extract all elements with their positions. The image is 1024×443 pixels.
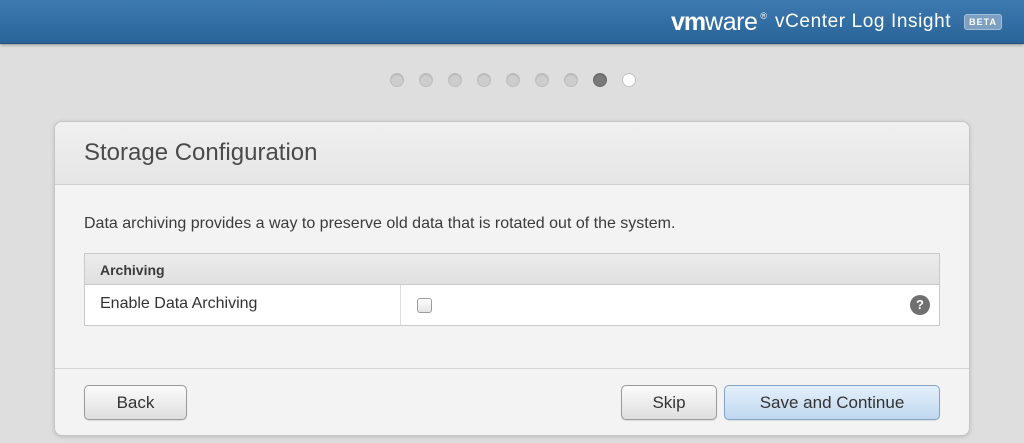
page-title: Storage Configuration bbox=[84, 139, 318, 166]
wizard-step-dot bbox=[419, 73, 433, 87]
wizard-step-dot bbox=[506, 73, 520, 87]
save-and-continue-button[interactable]: Save and Continue bbox=[724, 385, 940, 420]
wizard-step-dot bbox=[593, 73, 607, 87]
beta-badge: BETA bbox=[964, 14, 1002, 30]
wizard-step-dot bbox=[448, 73, 462, 87]
enable-archiving-checkbox[interactable] bbox=[417, 298, 432, 313]
wizard-step-dot bbox=[564, 73, 578, 87]
setting-label: Enable Data Archiving bbox=[85, 285, 401, 325]
registered-mark: ® bbox=[760, 11, 767, 21]
wizard-step-dot bbox=[535, 73, 549, 87]
wizard-step-dot bbox=[622, 73, 636, 87]
help-icon[interactable]: ? bbox=[910, 295, 930, 315]
archiving-settings-table: Archiving Enable Data Archiving ? bbox=[84, 253, 940, 326]
wizard-step-dot bbox=[390, 73, 404, 87]
wizard-step-indicator bbox=[390, 73, 651, 87]
card-footer: Back Skip Save and Continue bbox=[55, 368, 969, 435]
brand-ware: ware bbox=[705, 7, 758, 36]
section-header-archiving: Archiving bbox=[85, 254, 939, 285]
skip-button[interactable]: Skip bbox=[621, 385, 717, 420]
product-name: vCenter Log Insight bbox=[774, 11, 952, 32]
card-header: Storage Configuration bbox=[55, 122, 969, 185]
archiving-description: Data archiving provides a way to preserv… bbox=[84, 215, 676, 232]
wizard-step-dot bbox=[477, 73, 491, 87]
app-header: vm ware ® vCenter Log Insight BETA bbox=[0, 0, 1024, 44]
back-button[interactable]: Back bbox=[84, 385, 187, 420]
brand-vm: vm bbox=[671, 7, 706, 36]
brand-logo: vm ware ® vCenter Log Insight BETA bbox=[671, 7, 1002, 36]
setting-row-enable-archiving: Enable Data Archiving ? bbox=[85, 285, 939, 325]
storage-config-card: Storage Configuration Data archiving pro… bbox=[54, 121, 970, 436]
